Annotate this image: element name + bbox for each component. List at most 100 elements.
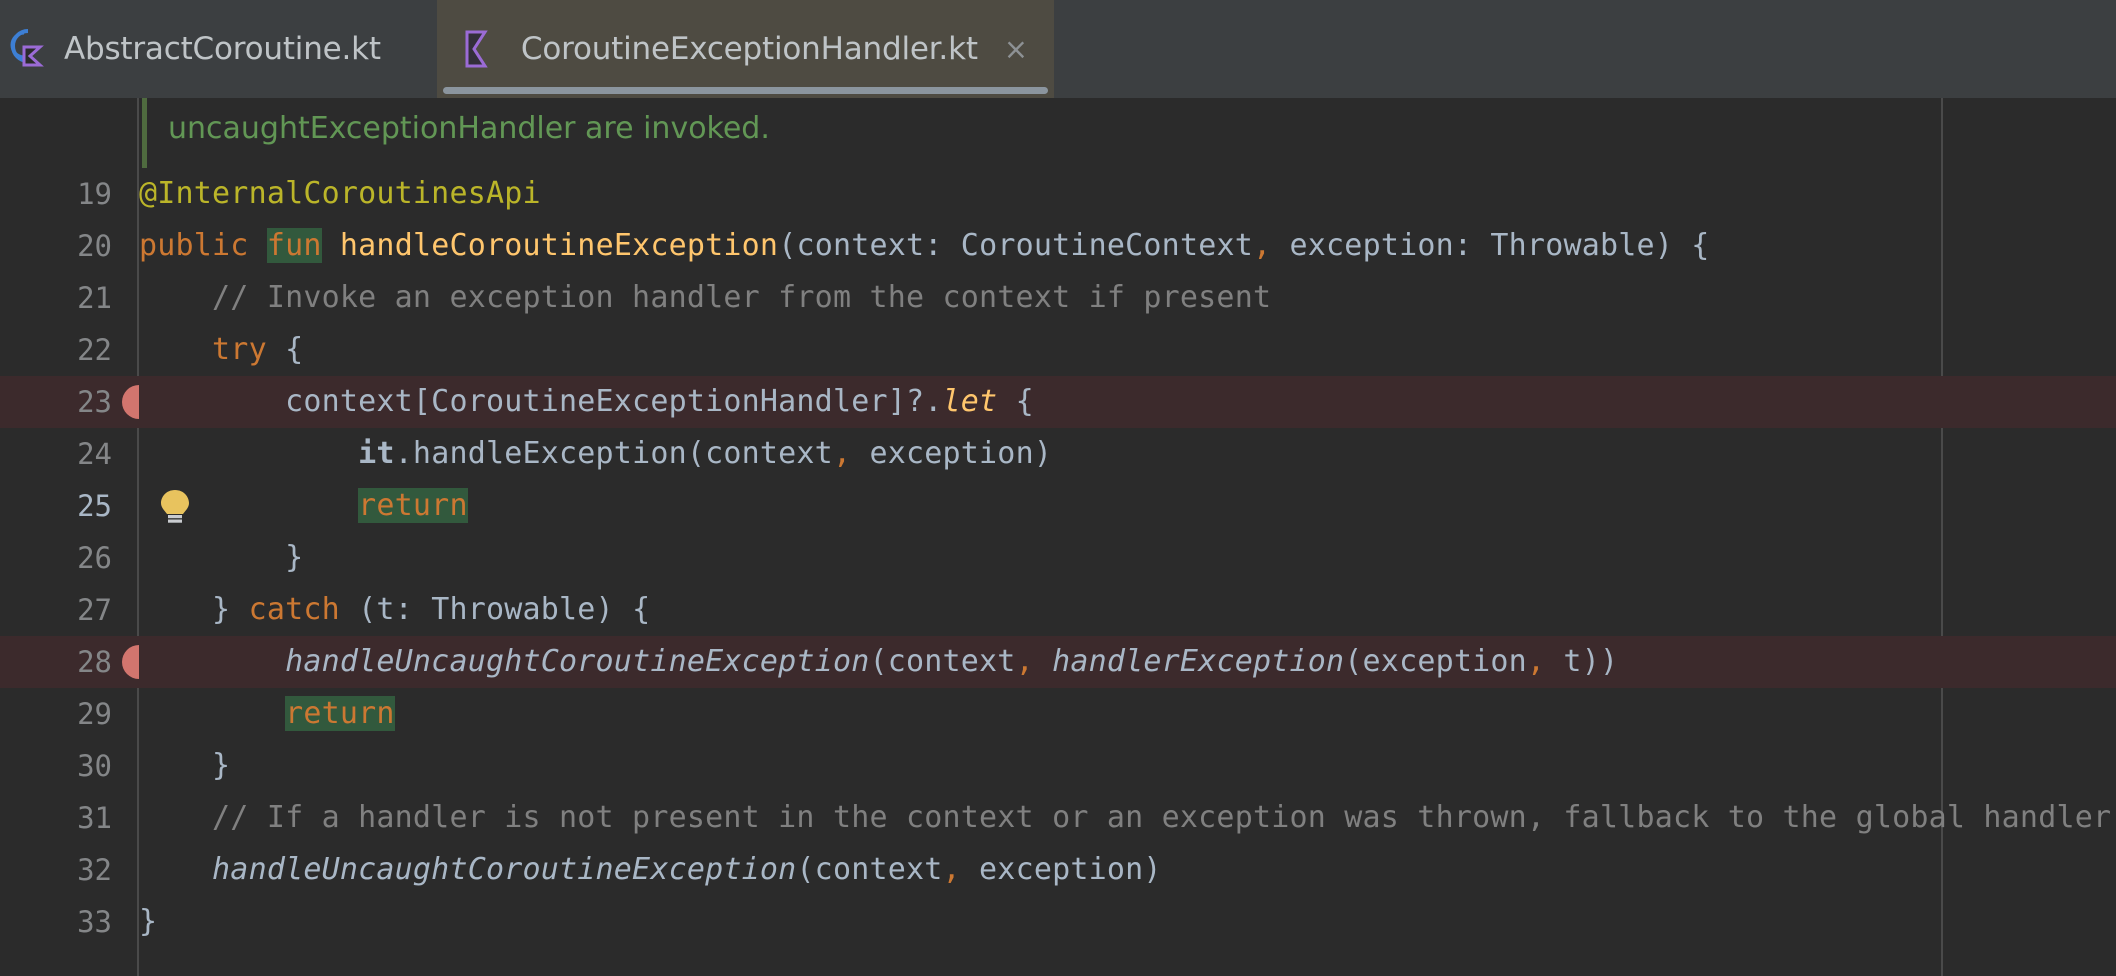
code-token: } — [139, 540, 303, 575]
code-text[interactable]: it.handleException(context, exception) — [139, 428, 1052, 480]
code-lines-container[interactable]: 19 @InternalCoroutinesApi 20 public fun han… — [0, 168, 2116, 948]
line-number: 19 — [0, 168, 112, 220]
line-number: 29 — [0, 688, 112, 740]
code-token: , — [943, 852, 961, 887]
code-token: .handleException(context — [395, 436, 833, 471]
code-token: (t: Throwable) { — [340, 592, 650, 627]
code-token — [322, 228, 340, 263]
code-text[interactable]: } — [139, 896, 157, 948]
code-token — [139, 696, 285, 731]
line-number: 24 — [0, 428, 112, 480]
code-token: let — [943, 384, 998, 419]
code-token — [1034, 644, 1052, 679]
line-number: 28 — [0, 636, 112, 688]
tab-label: AbstractCoroutine.kt — [64, 31, 381, 67]
code-token: // If a handler is not present in the co… — [139, 800, 2111, 835]
code-token: return — [285, 696, 395, 731]
code-line[interactable]: 22 try { — [0, 324, 2116, 376]
code-token: (exception — [1344, 644, 1527, 679]
code-line[interactable]: 28 handleUncaughtCoroutineException(cont… — [0, 636, 2116, 688]
code-token: } — [139, 904, 157, 939]
code-line[interactable]: 31 // If a handler is not present in the… — [0, 792, 2116, 844]
code-text[interactable]: // Invoke an exception handler from the … — [139, 272, 1271, 324]
kotlin-file-icon — [463, 29, 503, 69]
code-text[interactable]: return — [139, 688, 395, 740]
code-text[interactable]: // If a handler is not present in the co… — [139, 792, 2111, 844]
line-number: 21 — [0, 272, 112, 324]
doc-comment-bar — [142, 98, 147, 168]
line-number: 22 — [0, 324, 112, 376]
code-token: (context — [869, 644, 1015, 679]
code-token: , — [1253, 228, 1271, 263]
code-token: // Invoke an exception handler from the … — [139, 280, 1271, 315]
line-number: 20 — [0, 220, 112, 272]
code-editor[interactable]: uncaughtExceptionHandler are invoked. 19… — [0, 98, 2116, 976]
code-text[interactable]: } — [139, 532, 303, 584]
code-token: exception) — [961, 852, 1162, 887]
line-number: 23 — [0, 376, 112, 428]
code-token: exception) — [851, 436, 1052, 471]
code-token: catch — [249, 592, 340, 627]
doc-comment-row: uncaughtExceptionHandler are invoked. — [0, 98, 2116, 168]
code-text[interactable]: } catch (t: Throwable) { — [139, 584, 650, 636]
code-token — [139, 644, 285, 679]
code-token: handlerException — [1052, 644, 1344, 679]
code-token: try — [212, 332, 267, 367]
code-token: public — [139, 228, 267, 263]
tab-abstract-coroutine[interactable]: AbstractCoroutine.kt — [0, 0, 437, 98]
code-token: @InternalCoroutinesApi — [139, 176, 541, 211]
tab-coroutine-exception-handler[interactable]: CoroutineExceptionHandler.kt × — [437, 0, 1054, 98]
code-text[interactable]: public fun handleCoroutineException(cont… — [139, 220, 1710, 272]
doc-comment-text: uncaughtExceptionHandler are invoked. — [168, 98, 770, 164]
code-text[interactable]: handleUncaughtCoroutineException(context… — [139, 844, 1162, 896]
code-line[interactable]: 21 // Invoke an exception handler from t… — [0, 272, 2116, 324]
kotlin-coroutine-icon — [6, 27, 46, 71]
close-icon[interactable]: × — [1004, 32, 1028, 66]
line-number: 31 — [0, 792, 112, 844]
line-number: 30 — [0, 740, 112, 792]
code-text[interactable]: handleUncaughtCoroutineException(context… — [139, 636, 1618, 688]
code-line[interactable]: 19 @InternalCoroutinesApi — [0, 168, 2116, 220]
line-number: 33 — [0, 896, 112, 948]
code-line[interactable]: 23 context[CoroutineExceptionHandler]?.l… — [0, 376, 2116, 428]
code-line[interactable]: 32 handleUncaughtCoroutineException(cont… — [0, 844, 2116, 896]
code-text[interactable]: try { — [139, 324, 303, 376]
code-text[interactable]: return — [139, 480, 468, 532]
code-text[interactable]: @InternalCoroutinesApi — [139, 168, 541, 220]
code-token: return — [358, 488, 468, 523]
code-line[interactable]: 27 } catch (t: Throwable) { — [0, 584, 2116, 636]
code-token: { — [997, 384, 1034, 419]
code-token — [139, 436, 358, 471]
code-token — [139, 488, 358, 523]
line-number: 26 — [0, 532, 112, 584]
code-line[interactable]: 20 public fun handleCoroutineException(co… — [0, 220, 2116, 272]
code-line[interactable]: 24 it.handleException(context, exception… — [0, 428, 2116, 480]
code-token: } — [139, 748, 230, 783]
code-token: it — [358, 436, 395, 471]
code-token: } — [139, 592, 249, 627]
code-line[interactable]: 25 return — [0, 480, 2116, 532]
code-line[interactable]: 33} — [0, 896, 2116, 948]
line-number: 25 — [0, 480, 112, 532]
code-token: fun — [267, 228, 322, 263]
code-token: exception: Throwable) { — [1271, 228, 1709, 263]
code-text[interactable]: } — [139, 740, 230, 792]
code-token — [139, 332, 212, 367]
line-number: 32 — [0, 844, 112, 896]
code-text[interactable]: context[CoroutineExceptionHandler]?.let … — [139, 376, 1034, 428]
code-token: { — [267, 332, 304, 367]
code-token: , — [1527, 644, 1545, 679]
code-token — [139, 852, 212, 887]
code-token: (context — [796, 852, 942, 887]
code-token: (context: CoroutineContext — [778, 228, 1253, 263]
code-token: , — [1016, 644, 1034, 679]
code-token: context[CoroutineExceptionHandler]?. — [139, 384, 943, 419]
code-token: , — [833, 436, 851, 471]
code-token: handleUncaughtCoroutineException — [285, 644, 869, 679]
tab-label: CoroutineExceptionHandler.kt — [521, 31, 978, 67]
code-token: t)) — [1545, 644, 1618, 679]
code-line[interactable]: 26 } — [0, 532, 2116, 584]
code-line[interactable]: 30 } — [0, 740, 2116, 792]
editor-tab-bar: AbstractCoroutine.kt CoroutineExceptionH… — [0, 0, 2116, 98]
code-line[interactable]: 29 return — [0, 688, 2116, 740]
